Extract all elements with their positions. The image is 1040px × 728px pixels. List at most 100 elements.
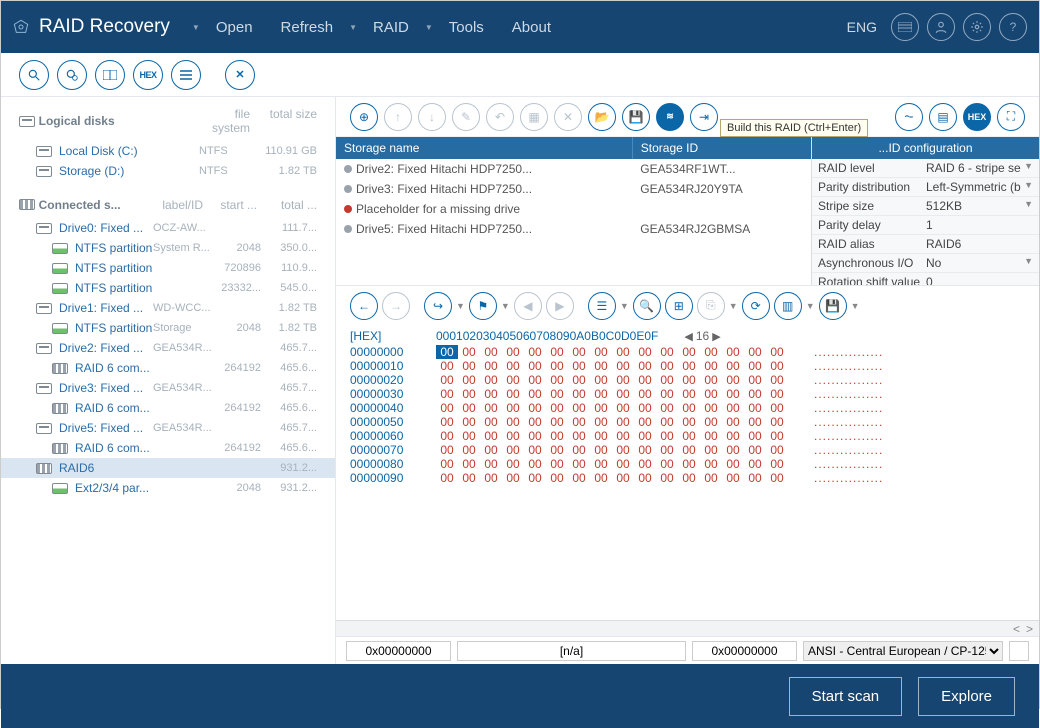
drive-table-area: Storage nameStorage IDStart sect...Coun.…	[336, 137, 1039, 285]
footer: Start scan Explore	[1, 664, 1039, 728]
hex-row[interactable]: 0000005000000000000000000000000000000000…	[350, 415, 1025, 429]
menu-refresh[interactable]: Refresh	[269, 13, 346, 42]
status-extra[interactable]	[1009, 641, 1029, 661]
raid-config-panel: ...ID configuration RAID levelRAID 6 - s…	[811, 137, 1039, 285]
view-mode-button[interactable]: ☰	[588, 292, 616, 320]
hex-row[interactable]: 0000003000000000000000000000000000000000…	[350, 387, 1025, 401]
storage-row[interactable]: NTFS partitionSystem R...2048350.0...	[1, 238, 335, 258]
gear-icon[interactable]	[963, 13, 991, 41]
move-up-button[interactable]: ↑	[384, 103, 412, 131]
undo-button[interactable]: ↶	[486, 103, 514, 131]
edit-button[interactable]: ✎	[452, 103, 480, 131]
hex-toggle-button[interactable]: HEX	[963, 103, 991, 131]
table-header[interactable]: Storage ID	[632, 137, 815, 159]
menu-about[interactable]: About	[500, 13, 563, 42]
rescan-button[interactable]	[57, 60, 87, 90]
hex-view-button[interactable]: HEX	[133, 60, 163, 90]
copy-button[interactable]: ⎘	[697, 292, 725, 320]
partition-button[interactable]	[95, 60, 125, 90]
storage-row[interactable]: RAID6931.2...	[1, 458, 335, 478]
hex-row[interactable]: 0000007000000000000000000000000000000000…	[350, 443, 1025, 457]
connected-storages-tree: Drive0: Fixed ...OCZ-AW...111.7...NTFS p…	[1, 216, 335, 500]
grid-button[interactable]: ⊞	[665, 292, 693, 320]
chart-icon[interactable]: ▤	[929, 103, 957, 131]
remove-button[interactable]: ✕	[554, 103, 582, 131]
hex-row[interactable]: 0000001000000000000000000000000000000000…	[350, 359, 1025, 373]
prev-button[interactable]: ◀	[514, 292, 542, 320]
next-button[interactable]: ▶	[546, 292, 574, 320]
refresh-button[interactable]: ⟳	[742, 292, 770, 320]
save-hex-button[interactable]: 💾	[819, 292, 847, 320]
storage-row[interactable]: Ext2/3/4 par...2048931.2...	[1, 478, 335, 498]
find-button[interactable]: 🔍	[633, 292, 661, 320]
goto-button[interactable]: ↪	[424, 292, 452, 320]
config-row[interactable]: Parity distributionLeft-Symmetric (b▼	[812, 178, 1039, 197]
config-row[interactable]: Asynchronous I/ONo▼	[812, 254, 1039, 273]
fullscreen-icon[interactable]: ⛶	[997, 103, 1025, 131]
tooltip: Build this RAID (Ctrl+Enter)	[720, 119, 868, 137]
activity-icon[interactable]: ⏦	[895, 103, 923, 131]
hex-row[interactable]: 0000008000000000000000000000000000000000…	[350, 457, 1025, 471]
bookmark-button[interactable]: ⚑	[469, 292, 497, 320]
language-label[interactable]: ENG	[847, 19, 877, 35]
encoding-select[interactable]: ANSI - Central European / CP-1250	[803, 641, 1003, 661]
add-drive-button[interactable]: ⊕	[350, 103, 378, 131]
nav-fwd-button[interactable]: →	[382, 292, 410, 320]
logical-disk-row[interactable]: Storage (D:)NTFS1.82 TB	[1, 161, 335, 181]
hex-viewer[interactable]: [HEX] 000102030405060708090A0B0C0D0E0F ◀…	[336, 325, 1039, 620]
config-row[interactable]: Parity delay1	[812, 216, 1039, 235]
status-mid[interactable]	[457, 641, 686, 661]
offset-input-2[interactable]	[692, 641, 797, 661]
close-button[interactable]: ✕	[225, 60, 255, 90]
open-button[interactable]: 📂	[588, 103, 616, 131]
menu-tools[interactable]: Tools	[437, 13, 496, 42]
save-button[interactable]: 💾	[622, 103, 650, 131]
main-toolbar: HEX ✕	[1, 53, 1039, 97]
hex-row[interactable]: 0000000000000000000000000000000000000000…	[350, 345, 1025, 359]
storage-row[interactable]: RAID 6 com...264192465.6...	[1, 398, 335, 418]
build-raid-button[interactable]: ≋	[656, 103, 684, 131]
search-button[interactable]	[19, 60, 49, 90]
help-icon[interactable]: ?	[999, 13, 1027, 41]
menu-open[interactable]: Open	[204, 13, 265, 42]
main-menu: ▼Open Refresh ▼RAID ▼Tools About	[192, 13, 563, 42]
toggle-panel-icon[interactable]	[891, 13, 919, 41]
nav-back-button[interactable]: ←	[350, 292, 378, 320]
storage-row[interactable]: NTFS partition720896110.9...	[1, 258, 335, 278]
table-header[interactable]: Storage name	[336, 137, 632, 159]
storage-row[interactable]: Drive1: Fixed ...WD-WCC...1.82 TB	[1, 298, 335, 318]
hex-row[interactable]: 0000002000000000000000000000000000000000…	[350, 373, 1025, 387]
storage-row[interactable]: Drive2: Fixed ...GEA534R...465.7...	[1, 338, 335, 358]
start-scan-button[interactable]: Start scan	[789, 677, 903, 716]
hex-row[interactable]: 0000004000000000000000000000000000000000…	[350, 401, 1025, 415]
hex-row[interactable]: 0000006000000000000000000000000000000000…	[350, 429, 1025, 443]
columns-button[interactable]: ▥	[774, 292, 802, 320]
config-row[interactable]: Stripe size512KB▼	[812, 197, 1039, 216]
config-row[interactable]: RAID aliasRAID6	[812, 235, 1039, 254]
storage-row[interactable]: Drive0: Fixed ...OCZ-AW...111.7...	[1, 218, 335, 238]
config-row[interactable]: Rotation shift value0	[812, 273, 1039, 285]
menu-raid[interactable]: RAID	[361, 13, 421, 42]
storage-row[interactable]: RAID 6 com...264192465.6...	[1, 358, 335, 378]
list-button[interactable]	[171, 60, 201, 90]
status-bar: ANSI - Central European / CP-1250	[336, 636, 1039, 664]
hex-row[interactable]: 0000009000000000000000000000000000000000…	[350, 471, 1025, 485]
user-icon[interactable]	[927, 13, 955, 41]
logo-icon	[13, 19, 29, 35]
offset-input-1[interactable]	[346, 641, 451, 661]
logical-disk-row[interactable]: Local Disk (C:)NTFS110.91 GB	[1, 141, 335, 161]
hex-toolbar: ← → ↪▼ ⚑▼ ◀ ▶ ☰▼ 🔍 ⊞ ⎘▼ ⟳ ▥▼ 💾▼	[336, 285, 1039, 325]
app-header: RAID Recovery ▼Open Refresh ▼RAID ▼Tools…	[1, 1, 1039, 53]
storage-row[interactable]: Drive3: Fixed ...GEA534R...465.7...	[1, 378, 335, 398]
storage-row[interactable]: Drive5: Fixed ...GEA534R...465.7...	[1, 418, 335, 438]
hex-scrollbar[interactable]: <>	[336, 620, 1039, 636]
export-button[interactable]: ⇥	[690, 103, 718, 131]
caret-icon: ▼	[425, 23, 433, 32]
storage-row[interactable]: RAID 6 com...264192465.6...	[1, 438, 335, 458]
storage-row[interactable]: NTFS partition23332...545.0...	[1, 278, 335, 298]
storage-row[interactable]: NTFS partitionStorage20481.82 TB	[1, 318, 335, 338]
move-down-button[interactable]: ↓	[418, 103, 446, 131]
config-row[interactable]: RAID levelRAID 6 - stripe se▼	[812, 159, 1039, 178]
explore-button[interactable]: Explore	[918, 677, 1015, 716]
placeholder-button[interactable]: ▦	[520, 103, 548, 131]
